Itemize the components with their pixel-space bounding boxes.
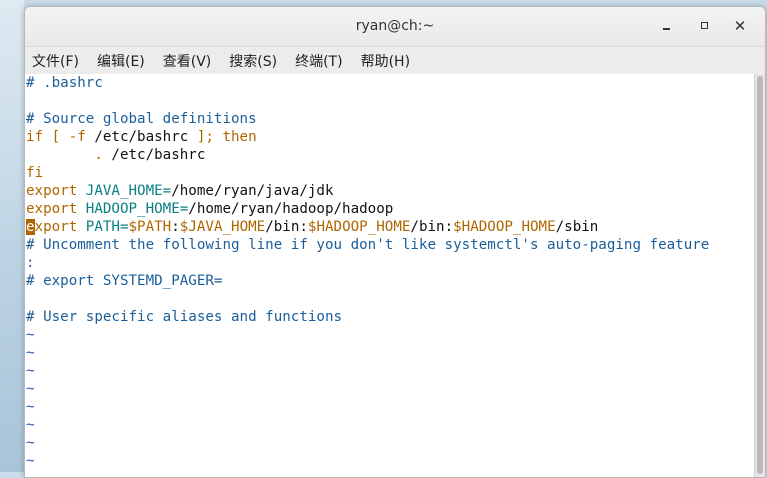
keyword-text: . <box>94 147 103 163</box>
editor-line: . /etc/bashrc <box>25 146 755 164</box>
minimize-button[interactable] <box>658 18 674 34</box>
editor-line: # Uncomment the following line if you do… <box>25 236 755 254</box>
editor-line: ~ <box>25 380 755 398</box>
menu-file[interactable]: 文件(F) <box>31 49 80 73</box>
maximize-button[interactable] <box>696 18 712 34</box>
plain-text: /etc/bashrc <box>102 147 206 163</box>
keyword-text: if [ -f <box>26 129 95 145</box>
variable-text: JAVA_HOME= <box>85 183 172 199</box>
plain-text <box>26 147 94 163</box>
keyword-text: $JAVA_HOME <box>179 219 266 235</box>
window-title: ryan@ch:~ <box>355 18 435 34</box>
editor-line: # export SYSTEMD_PAGER= <box>25 272 755 290</box>
editor-line: export PATH=$PATH:$JAVA_HOME/bin:$HADOOP… <box>25 218 755 236</box>
menu-search[interactable]: 搜索(S) <box>228 49 278 73</box>
plain-text: /sbin <box>555 219 599 235</box>
editor-line: ~ <box>25 416 755 434</box>
plain-text: : <box>171 219 180 235</box>
menu-view[interactable]: 查看(V) <box>162 49 213 73</box>
editor-line: ~ <box>25 434 755 452</box>
editor-line: ~ <box>25 398 755 416</box>
keyword-text: $PATH <box>128 219 172 235</box>
variable-text: HADOOP_HOME= <box>85 201 189 217</box>
plain-text: /bin: <box>265 219 308 235</box>
close-button[interactable]: ✕ <box>732 18 748 34</box>
close-icon: ✕ <box>733 17 747 35</box>
plain-text: /home/ryan/hadoop/hadoop <box>188 201 394 217</box>
editor-line: : <box>25 254 755 272</box>
vertical-scrollbar[interactable] <box>754 74 765 477</box>
comment-text: # export SYSTEMD_PAGER= <box>26 273 223 289</box>
keyword-text: $HADOOP_HOME <box>307 219 411 235</box>
empty-line-marker: ~ <box>26 435 35 451</box>
menu-terminal[interactable]: 终端(T) <box>294 49 343 73</box>
editor-line: if [ -f /etc/bashrc ]; then <box>25 128 755 146</box>
menu-edit[interactable]: 编辑(E) <box>96 49 146 73</box>
menu-bar: 文件(F) 编辑(E) 查看(V) 搜索(S) 终端(T) 帮助(H) <box>25 47 765 75</box>
editor-line: export JAVA_HOME=/home/ryan/java/jdk <box>25 182 755 200</box>
empty-line-marker: ~ <box>26 417 35 433</box>
empty-line-marker: ~ <box>26 381 35 397</box>
maximize-icon <box>700 22 708 29</box>
comment-text: # Uncomment the following line if you do… <box>26 237 710 253</box>
desktop-background <box>0 0 24 472</box>
text-cursor: e <box>26 219 35 235</box>
editor-line: # .bashrc <box>25 74 755 92</box>
plain-text: /home/ryan/java/jdk <box>171 183 334 199</box>
editor-line: # User specific aliases and functions <box>25 308 755 326</box>
terminal-content[interactable]: # .bashrc # Source global definitions if … <box>25 74 755 477</box>
keyword-text: xport <box>34 219 86 235</box>
keyword-text: ]; then <box>188 129 257 145</box>
editor-line: # Source global definitions <box>25 110 755 128</box>
comment-text: # .bashrc <box>26 75 103 91</box>
plain-text: /bin: <box>410 219 454 235</box>
editor-line: ~ <box>25 344 755 362</box>
editor-line: ~ <box>25 452 755 470</box>
editor-line: ~ <box>25 326 755 344</box>
comment-text: # User specific aliases and functions <box>26 309 343 325</box>
editor-line: fi <box>25 164 755 182</box>
minimize-icon <box>662 28 670 30</box>
comment-text: : <box>26 255 35 271</box>
keyword-text: fi <box>26 165 44 181</box>
variable-text: PATH= <box>85 219 129 235</box>
menu-help[interactable]: 帮助(H) <box>360 49 411 73</box>
keyword-text: export <box>26 201 86 217</box>
title-bar[interactable]: ryan@ch:~ ✕ <box>25 7 765 47</box>
scrollbar-thumb[interactable] <box>757 76 763 474</box>
editor-line: ~ <box>25 362 755 380</box>
plain-text: /etc/bashrc <box>94 129 189 145</box>
editor-line: export HADOOP_HOME=/home/ryan/hadoop/had… <box>25 200 755 218</box>
empty-line-marker: ~ <box>26 345 35 361</box>
empty-line-marker: ~ <box>26 399 35 415</box>
keyword-text: $HADOOP_HOME <box>453 219 556 235</box>
empty-line-marker: ~ <box>26 327 35 343</box>
keyword-text: export <box>26 183 86 199</box>
empty-line-marker: ~ <box>26 453 35 469</box>
empty-line-marker: ~ <box>26 363 35 379</box>
terminal-window: ryan@ch:~ ✕ 文件(F) 编辑(E) 查看(V) 搜索(S) 终端(T… <box>24 6 766 478</box>
comment-text: # Source global definitions <box>26 111 257 127</box>
